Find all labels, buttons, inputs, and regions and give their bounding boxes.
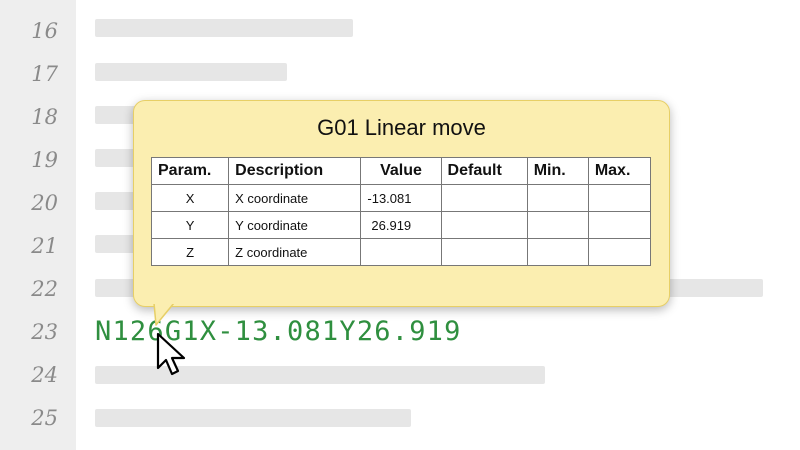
column-header: Description: [228, 157, 362, 185]
line-number: 19: [31, 148, 58, 172]
description-cell: Z coordinate: [228, 238, 362, 266]
column-header: Value: [360, 157, 442, 185]
param-cell: X: [150, 184, 230, 212]
description-cell: Y coordinate: [228, 211, 362, 239]
description-cell: X coordinate: [228, 184, 362, 212]
code-line-placeholder[interactable]: [95, 63, 287, 81]
value-cell: -13.081: [360, 184, 442, 212]
parameter-table: Param. Description Value Default Min. Ma…: [150, 157, 652, 266]
table-row: Y Y coordinate 26.919: [150, 211, 652, 239]
line-number: 21: [31, 234, 58, 258]
code-line-placeholder[interactable]: [95, 19, 353, 37]
default-cell: [440, 211, 528, 239]
default-cell: [440, 184, 528, 212]
table-row: X X coordinate -13.081: [150, 184, 652, 212]
line-number: 23: [31, 320, 58, 344]
value-cell: 26.919: [360, 211, 442, 239]
default-cell: [440, 238, 528, 266]
active-code-line[interactable]: N126G1X-13.081Y26.919: [95, 314, 462, 350]
min-cell: [526, 184, 589, 212]
value-cell: [360, 238, 442, 266]
line-number: 24: [31, 363, 58, 387]
min-cell: [526, 211, 589, 239]
gcode-tooltip: G01 Linear move Param. Description Value…: [133, 100, 670, 307]
column-header: Max.: [587, 157, 652, 185]
code-line-placeholder[interactable]: [95, 409, 411, 427]
line-number: 16: [31, 19, 58, 43]
param-cell: Y: [150, 211, 230, 239]
line-number: 18: [31, 105, 58, 129]
column-header: Param.: [150, 157, 230, 185]
param-cell: Z: [150, 238, 230, 266]
mouse-pointer-icon: [156, 332, 186, 376]
min-cell: [526, 238, 589, 266]
max-cell: [587, 184, 652, 212]
line-number: 25: [31, 406, 58, 430]
tooltip-title: G01 Linear move: [317, 115, 486, 140]
line-number: 22: [31, 277, 58, 301]
column-header: Default: [440, 157, 528, 185]
max-cell: [587, 211, 652, 239]
max-cell: [587, 238, 652, 266]
column-header: Min.: [526, 157, 589, 185]
line-number: 20: [31, 191, 58, 215]
table-row: Z Z coordinate: [150, 238, 652, 266]
table-header-row: Param. Description Value Default Min. Ma…: [150, 157, 652, 185]
tooltip-pointer: [152, 302, 178, 326]
line-number: 17: [31, 62, 58, 86]
